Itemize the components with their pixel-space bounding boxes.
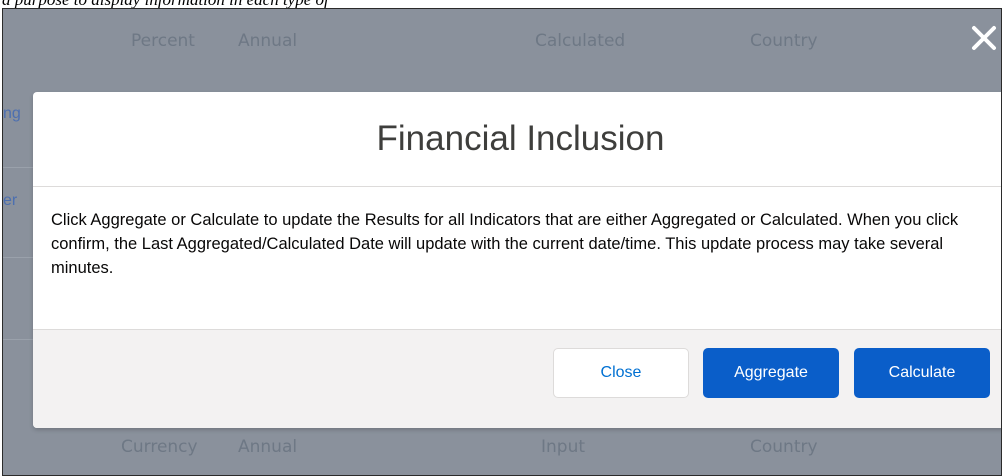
- modal-footer: Close Aggregate Calculate: [33, 330, 1001, 428]
- bg-cell-annual: Annual: [238, 437, 298, 457]
- modal-header: Financial Inclusion: [33, 92, 1001, 187]
- modal-body: Click Aggregate or Calculate to update t…: [33, 187, 1001, 330]
- caption-text: a purpose to display information in each…: [2, 0, 329, 8]
- bg-header-calculated: Calculated: [535, 31, 626, 51]
- bg-left-fragment-2: er: [3, 192, 18, 209]
- bg-header-annual: Annual: [238, 31, 298, 51]
- modal-body-text: Click Aggregate or Calculate to update t…: [51, 211, 959, 277]
- document-caption: a purpose to display information in each…: [0, 0, 1003, 8]
- bg-row-divider: [3, 257, 33, 258]
- bg-row-divider: [3, 339, 33, 340]
- modal-title: Financial Inclusion: [376, 119, 665, 158]
- aggregate-button[interactable]: Aggregate: [703, 348, 839, 398]
- calculate-button[interactable]: Calculate: [854, 348, 990, 398]
- modal-close-icon[interactable]: [969, 23, 999, 53]
- bg-left-fragment-1: ng: [3, 105, 21, 122]
- app-screen: Percent Annual Calculated Country ng er …: [2, 8, 1002, 476]
- bg-header-country: Country: [750, 31, 818, 51]
- bg-header-percent: Percent: [131, 31, 195, 51]
- financial-inclusion-modal: Financial Inclusion Click Aggregate or C…: [33, 92, 1001, 428]
- bg-cell-input: Input: [541, 437, 586, 457]
- bg-row-divider: [3, 167, 33, 168]
- bg-cell-currency: Currency: [121, 437, 198, 457]
- close-button[interactable]: Close: [553, 348, 689, 398]
- bg-cell-country: Country: [750, 437, 818, 457]
